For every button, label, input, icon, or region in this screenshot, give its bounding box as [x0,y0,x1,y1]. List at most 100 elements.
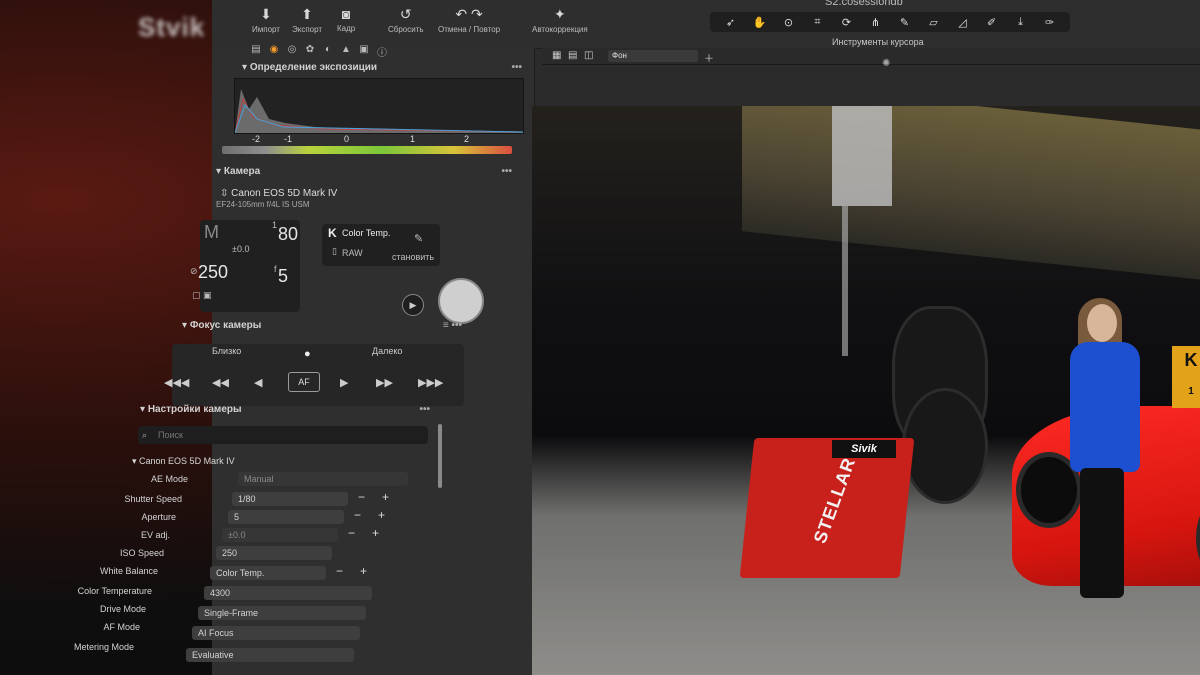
ev-scale-label: 0 [344,134,350,144]
wb-kelvin-icon: K [328,226,337,240]
filmstrip-icon[interactable]: ▤ [568,50,577,61]
color-tab-icon[interactable]: ✿ [304,44,316,56]
details-tab-icon[interactable]: ▲ [340,44,352,56]
auto-adjust-button[interactable]: ✦ Автокоррекция [532,6,588,34]
wb-mode[interactable]: Color Temp. [342,228,390,238]
shutter-numerator: 1 [272,220,278,230]
metering-mode-select[interactable]: Evaluative [186,648,354,662]
settings-search-input[interactable]: ⌕ Поиск [138,426,428,444]
camera-group-header[interactable]: ▾ Canon EOS 5D Mark IV [132,456,235,467]
pen-icon[interactable]: ✐ [979,16,1004,29]
collapse-icon: ▾ [132,456,140,466]
ceiling-duct [832,106,892,206]
keystone-icon[interactable]: ⋔ [863,16,888,29]
cursor-tools: ➶ ✋ ⊙ ⌗ ⟳ ⋔ ✎ ▱ ◿ ✐ ⤓ ✑ [710,12,1070,32]
model-legs [1080,468,1124,598]
wb-minus-button[interactable]: − [336,564,343,578]
exposure-section-header[interactable]: ▾ Определение экспозиции ••• [242,62,522,78]
viewer-toolbar: ▦ ▤ ◫ Фон ＋ [542,48,1200,65]
exposure-mode[interactable]: M [204,222,219,243]
cursor-tools-label: Инструменты курсора [832,37,924,47]
iso-value[interactable]: 250 [198,262,228,283]
capture-button[interactable]: ◙ Кадр [337,6,355,33]
adjust-tab-icon[interactable]: ▣ [358,44,370,56]
add-icon[interactable]: ＋ [704,50,714,65]
eyedropper-icon[interactable]: ✎ [414,232,423,245]
reset-button[interactable]: ↺ Сбросить [388,6,424,34]
ev-plus-button[interactable]: + [372,526,379,540]
focus-far-large-button[interactable]: ▶▶▶ [418,376,443,389]
loupe-icon[interactable]: ⊙ [776,16,801,29]
histogram-graph [234,89,524,134]
aperture-value[interactable]: 5 [278,266,288,287]
focus-position-dot[interactable]: ● [304,348,311,360]
more-icon[interactable]: ••• [419,404,430,415]
aperture-plus-button[interactable]: + [378,508,385,522]
settings-scrollbar[interactable] [438,424,442,488]
focus-near-label: Близко [212,346,242,356]
focus-far-medium-button[interactable]: ▶▶ [376,376,393,389]
ev-comp[interactable]: ±0.0 [232,244,249,254]
viewer-icon[interactable]: ◫ [584,50,593,61]
exposure-tab-icon[interactable]: ◐ [322,44,334,56]
ev-minus-button[interactable]: − [348,526,355,540]
white-balance-select[interactable]: Color Temp. [210,566,326,580]
iso-select[interactable]: 250 [216,546,332,560]
capture-shutter-button[interactable] [438,278,484,324]
video-record-icon[interactable]: ▶ [402,294,424,316]
setting-row-drive: Drive Mode [99,604,146,614]
import-button[interactable]: ⬇ Импорт [252,6,280,34]
focus-far-small-button[interactable]: ▶ [340,376,348,389]
undo-redo-button[interactable]: ↶ ↷ Отмена / Повтор [438,6,500,34]
wb-plus-button[interactable]: + [360,564,367,578]
file-format[interactable]: RAW [342,248,363,258]
more-icon[interactable]: ••• [511,62,522,73]
metadata-tab-icon[interactable]: ⓘ [376,44,388,59]
export-button[interactable]: ⬆ Экспорт [292,6,322,34]
capture-tab-icon[interactable]: ◉ [268,44,280,56]
pointer-icon[interactable]: ➶ [718,16,743,29]
picker-icon[interactable]: ⤓ [1008,16,1033,29]
focus-near-medium-button[interactable]: ◀◀ [212,376,229,389]
color-temperature-select[interactable]: 4300 [204,586,372,600]
ev-scale-label: -2 [252,134,261,144]
eraser-icon[interactable]: ▱ [921,16,946,29]
autofocus-button[interactable]: AF [288,372,320,392]
library-tab-icon[interactable]: ▤ [250,44,262,56]
shutter-speed[interactable]: 80 [278,224,298,245]
af-mode-select[interactable]: AI Focus [192,626,360,640]
rotate-icon[interactable]: ⟳ [834,16,859,29]
histogram [234,78,524,134]
frame-icon: ▢ ▣ [192,290,212,300]
shutter-speed-select[interactable]: 1/80 [232,492,348,506]
garage-ceiling [742,106,1200,281]
preview-image[interactable]: Sivik STELLAR K 1 [532,106,1200,675]
pan-icon[interactable]: ✋ [747,16,772,29]
camera-select-icon[interactable]: ⇳ [220,188,231,199]
drive-mode-select[interactable]: Single-Frame [198,606,366,620]
shutter-minus-button[interactable]: − [358,490,365,504]
aperture-select[interactable]: 5 [228,510,344,524]
background-select[interactable]: Фон [608,50,698,62]
focus-near-small-button[interactable]: ◀ [254,376,262,389]
brush-icon[interactable]: ✎ [892,16,917,29]
aperture-minus-button[interactable]: − [354,508,361,522]
gradient-icon[interactable]: ◿ [950,16,975,29]
wb-set-button[interactable]: становить [392,252,434,262]
focus-near-large-button[interactable]: ◀◀◀ [164,376,189,389]
grid-view-icon[interactable]: ▦ [552,50,561,61]
ev-adj-value: ±0.0 [222,528,338,542]
tire [902,388,988,504]
export-icon: ⬆ [301,6,313,22]
annotate-icon[interactable]: ✑ [1037,16,1062,29]
lens-tab-icon[interactable]: ◎ [286,44,298,56]
setting-row-aperture: Aperture [141,512,176,522]
more-icon[interactable]: ••• [501,166,512,177]
camera-section-header[interactable]: ▾ Камера ••• [216,166,512,182]
more-icon[interactable]: ≡ ••• [443,320,462,331]
camera-settings-header[interactable]: ▾ Настройки камеры ••• [140,404,430,420]
focus-section-header[interactable]: ▾ Фокус камеры ≡ ••• [182,320,462,336]
shutter-plus-button[interactable]: + [382,490,389,504]
collapse-icon: ▾ [216,166,224,177]
crop-icon[interactable]: ⌗ [805,16,830,29]
